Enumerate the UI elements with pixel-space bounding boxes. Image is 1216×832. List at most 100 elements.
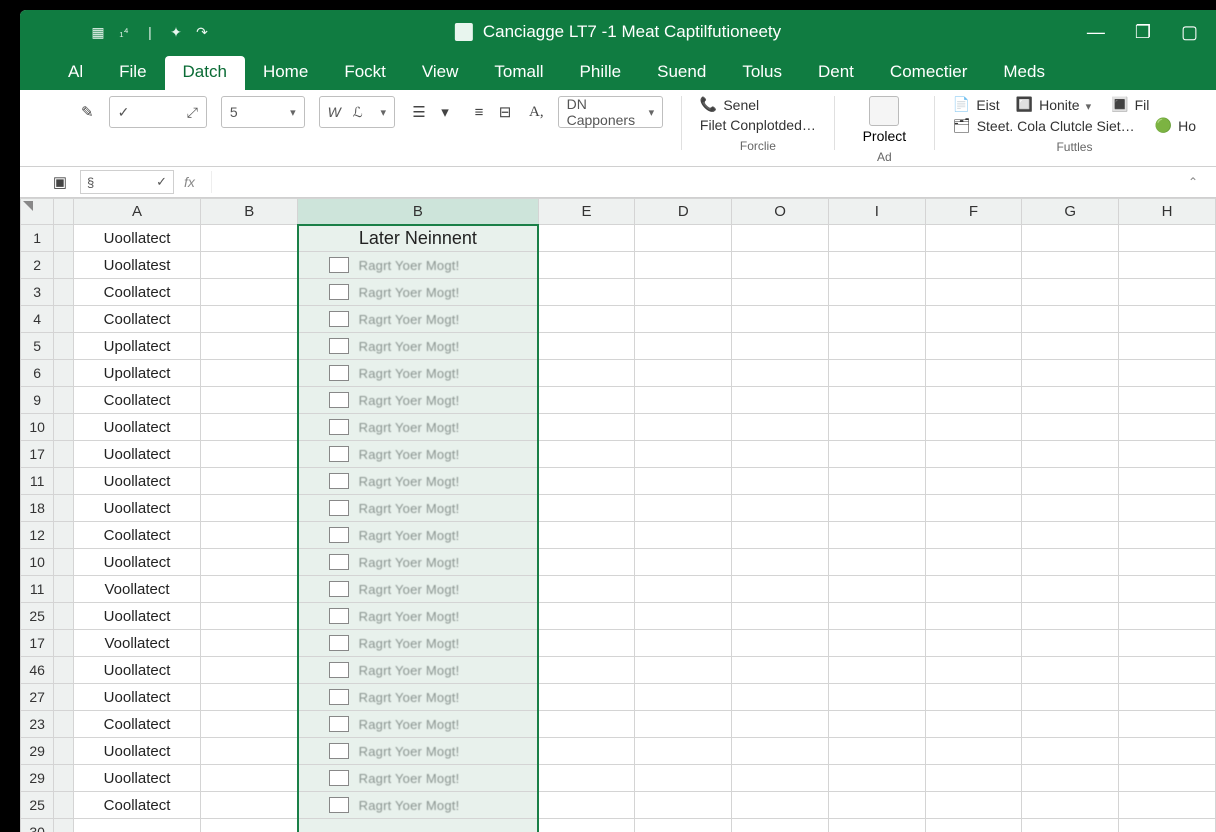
outline-cell[interactable] bbox=[54, 333, 73, 360]
outline-cell[interactable] bbox=[54, 765, 73, 792]
cell[interactable] bbox=[538, 792, 635, 819]
cell-checkbox[interactable]: Ragrt Yoer Mogt! bbox=[298, 630, 539, 657]
align-icon[interactable]: ≡ bbox=[469, 102, 489, 122]
cell[interactable] bbox=[201, 468, 298, 495]
cell[interactable]: Uoollatect bbox=[73, 225, 201, 252]
cell[interactable] bbox=[829, 657, 926, 684]
row-header[interactable]: 5 bbox=[21, 333, 54, 360]
cell[interactable] bbox=[201, 225, 298, 252]
cell[interactable] bbox=[635, 441, 732, 468]
cell[interactable] bbox=[635, 630, 732, 657]
row-header[interactable]: 29 bbox=[21, 765, 54, 792]
col-header-F[interactable]: F bbox=[925, 199, 1022, 225]
checkbox[interactable] bbox=[329, 338, 349, 354]
cell[interactable] bbox=[1022, 711, 1119, 738]
cell[interactable] bbox=[925, 441, 1022, 468]
cell[interactable] bbox=[538, 576, 635, 603]
cell[interactable] bbox=[1022, 225, 1119, 252]
col-header-E[interactable]: E bbox=[538, 199, 635, 225]
checkbox[interactable] bbox=[329, 797, 349, 813]
row-header[interactable]: 18 bbox=[21, 495, 54, 522]
cell-checkbox[interactable]: Ragrt Yoer Mogt! bbox=[298, 279, 539, 306]
checkbox[interactable] bbox=[329, 716, 349, 732]
outline-cell[interactable] bbox=[54, 549, 73, 576]
tab-suend[interactable]: Suend bbox=[639, 56, 724, 90]
cell[interactable] bbox=[1119, 360, 1216, 387]
cell-checkbox[interactable]: Ragrt Yoer Mogt! bbox=[298, 495, 539, 522]
cell[interactable] bbox=[635, 522, 732, 549]
cell[interactable] bbox=[829, 279, 926, 306]
font-style-combo[interactable]: Wℒ bbox=[319, 96, 395, 128]
cell[interactable] bbox=[538, 333, 635, 360]
cell[interactable] bbox=[1119, 387, 1216, 414]
cell[interactable] bbox=[925, 630, 1022, 657]
row-header[interactable]: 3 bbox=[21, 279, 54, 306]
cell[interactable]: Voollatect bbox=[73, 630, 201, 657]
font-family-combo[interactable]: ✓⤢ bbox=[109, 96, 207, 128]
cell[interactable] bbox=[829, 549, 926, 576]
cell[interactable] bbox=[635, 306, 732, 333]
cell[interactable] bbox=[925, 738, 1022, 765]
cell[interactable] bbox=[635, 738, 732, 765]
outline-cell[interactable] bbox=[54, 603, 73, 630]
cell-header[interactable]: Later Neinnent bbox=[298, 225, 539, 252]
cell[interactable]: Coollatect bbox=[73, 306, 201, 333]
cell[interactable] bbox=[829, 765, 926, 792]
checkbox[interactable] bbox=[329, 392, 349, 408]
cell[interactable]: Uoollatect bbox=[73, 603, 201, 630]
cell[interactable] bbox=[732, 495, 829, 522]
cell[interactable] bbox=[635, 252, 732, 279]
cell[interactable] bbox=[538, 225, 635, 252]
cell-checkbox[interactable]: Ragrt Yoer Mogt! bbox=[298, 333, 539, 360]
cell[interactable] bbox=[201, 630, 298, 657]
honite-button[interactable]: Honite bbox=[1039, 97, 1091, 113]
cell-checkbox[interactable]: Ragrt Yoer Mogt! bbox=[298, 468, 539, 495]
cell[interactable] bbox=[201, 576, 298, 603]
cell[interactable] bbox=[201, 306, 298, 333]
tab-home[interactable]: Home bbox=[245, 56, 326, 90]
cell[interactable] bbox=[538, 765, 635, 792]
cell[interactable] bbox=[732, 306, 829, 333]
collapse-ribbon-icon[interactable]: ⌃ bbox=[1188, 175, 1198, 189]
cell[interactable]: Voollatect bbox=[73, 576, 201, 603]
col-header-B-wide[interactable]: B bbox=[298, 199, 539, 225]
tab-datch[interactable]: Datch bbox=[165, 56, 245, 90]
cell-checkbox[interactable]: Ragrt Yoer Mogt! bbox=[298, 441, 539, 468]
cell[interactable] bbox=[732, 657, 829, 684]
cell[interactable] bbox=[1022, 306, 1119, 333]
cell[interactable] bbox=[829, 603, 926, 630]
cell-checkbox[interactable]: Ragrt Yoer Mogt! bbox=[298, 765, 539, 792]
cell[interactable] bbox=[538, 549, 635, 576]
cell[interactable] bbox=[1119, 522, 1216, 549]
cell[interactable] bbox=[1022, 576, 1119, 603]
checkbox[interactable] bbox=[329, 446, 349, 462]
tab-comectier[interactable]: Comectier bbox=[872, 56, 985, 90]
cell[interactable] bbox=[925, 279, 1022, 306]
outline-cell[interactable] bbox=[54, 576, 73, 603]
spreadsheet-grid[interactable]: ABBEDOIFGH1UoollatectLater Neinnent2Uool… bbox=[20, 198, 1216, 832]
cell[interactable] bbox=[201, 549, 298, 576]
cell[interactable]: Uoollatect bbox=[73, 468, 201, 495]
fil-button[interactable]: Fil bbox=[1135, 97, 1150, 113]
cell[interactable] bbox=[829, 306, 926, 333]
cell[interactable] bbox=[829, 522, 926, 549]
cell[interactable] bbox=[732, 603, 829, 630]
outline-cell[interactable] bbox=[54, 684, 73, 711]
cell[interactable] bbox=[925, 711, 1022, 738]
cell-checkbox[interactable]: Ragrt Yoer Mogt! bbox=[298, 522, 539, 549]
cell[interactable]: Uoollatect bbox=[73, 657, 201, 684]
cell[interactable] bbox=[1119, 765, 1216, 792]
cell[interactable] bbox=[538, 414, 635, 441]
qat-sparkle-icon[interactable]: ✦ bbox=[168, 24, 184, 40]
cell[interactable] bbox=[201, 711, 298, 738]
minimize-button[interactable]: — bbox=[1087, 22, 1105, 43]
col-header-D[interactable]: D bbox=[635, 199, 732, 225]
cell[interactable] bbox=[732, 765, 829, 792]
paste-icon[interactable]: ✎ bbox=[80, 102, 95, 122]
cell[interactable] bbox=[538, 360, 635, 387]
cell[interactable] bbox=[732, 711, 829, 738]
row-header[interactable]: 23 bbox=[21, 711, 54, 738]
cell[interactable]: Uoollatest bbox=[73, 252, 201, 279]
tab-dent[interactable]: Dent bbox=[800, 56, 872, 90]
cell[interactable] bbox=[635, 765, 732, 792]
